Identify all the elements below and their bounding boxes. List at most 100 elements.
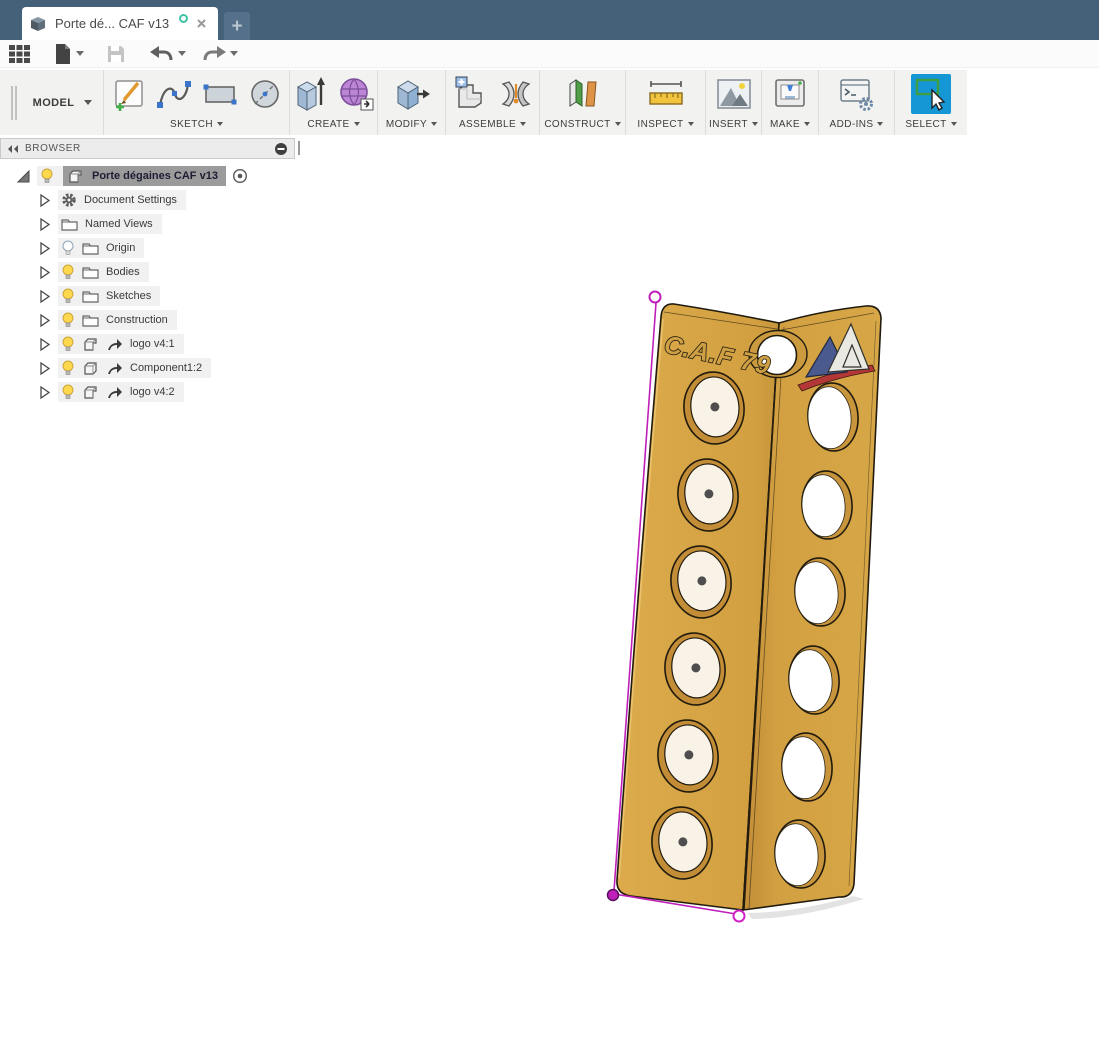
tree-row-logo-v4-1[interactable]: logo v4:1 bbox=[0, 332, 310, 356]
rectangle-tool-icon[interactable] bbox=[201, 79, 239, 109]
browser-title: BROWSER bbox=[25, 143, 81, 154]
folder-icon bbox=[82, 243, 99, 255]
construct-plane-icon[interactable] bbox=[564, 76, 602, 112]
new-tab-button[interactable]: + bbox=[224, 12, 250, 40]
spline-icon[interactable] bbox=[155, 77, 193, 111]
workspace-caret-icon bbox=[84, 100, 93, 105]
collapsed-triangle-icon[interactable] bbox=[37, 313, 52, 328]
addins-script-icon[interactable] bbox=[838, 76, 876, 112]
save-button[interactable] bbox=[106, 44, 126, 64]
collapse-browser-icon[interactable] bbox=[7, 144, 19, 154]
tree-row-document-settings[interactable]: Document Settings bbox=[0, 188, 310, 212]
collapsed-triangle-icon[interactable] bbox=[37, 361, 52, 376]
bulb-on-icon[interactable] bbox=[61, 288, 75, 304]
select-tool-active[interactable] bbox=[911, 74, 951, 114]
inspect-caret-icon bbox=[687, 122, 694, 126]
root-component[interactable]: Porte dégaines CAF v13 bbox=[63, 166, 226, 186]
bulb-on-icon[interactable] bbox=[61, 264, 75, 280]
linked-reference-icon bbox=[108, 386, 122, 398]
quick-access-toolbar bbox=[0, 40, 1099, 68]
folder-icon bbox=[61, 219, 78, 231]
folder-icon bbox=[82, 315, 99, 327]
bulb-on-icon[interactable] bbox=[40, 168, 54, 184]
browser-resize-grip[interactable] bbox=[298, 141, 300, 155]
select-group-label[interactable]: SELECT bbox=[905, 116, 957, 132]
document-title: Porte dé... CAF v13 bbox=[55, 16, 170, 31]
construct-caret-icon bbox=[614, 122, 621, 126]
app-grid-icon bbox=[9, 44, 30, 63]
bulb-on-icon[interactable] bbox=[61, 312, 75, 328]
component-icon bbox=[69, 169, 82, 183]
inspect-group-label[interactable]: INSPECT bbox=[637, 116, 694, 132]
addins-group-label[interactable]: ADD-INS bbox=[830, 116, 884, 132]
construct-group-label[interactable]: CONSTRUCT bbox=[544, 116, 621, 132]
tree-row-sketches[interactable]: Sketches bbox=[0, 284, 310, 308]
make-group-label[interactable]: MAKE bbox=[770, 116, 810, 132]
plus-icon: + bbox=[231, 15, 243, 37]
ribbon-group-modify: MODIFY bbox=[378, 70, 446, 135]
insert-image-icon[interactable] bbox=[716, 78, 752, 110]
form-icon[interactable] bbox=[337, 75, 375, 113]
bulb-off-icon[interactable] bbox=[61, 240, 75, 256]
collapsed-triangle-icon[interactable] bbox=[37, 265, 52, 280]
save-icon bbox=[108, 45, 124, 62]
insert-caret-icon bbox=[751, 122, 758, 126]
component-icon bbox=[84, 385, 97, 399]
sketch-point-top bbox=[648, 290, 662, 304]
new-component-icon[interactable] bbox=[453, 75, 491, 113]
ribbon-group-addins: ADD-INS bbox=[819, 70, 895, 135]
file-icon bbox=[56, 43, 70, 64]
redo-caret-icon[interactable] bbox=[230, 51, 238, 56]
modify-group-label[interactable]: MODIFY bbox=[386, 116, 438, 132]
sketch-caret-icon bbox=[216, 122, 223, 126]
tab-close-icon[interactable] bbox=[196, 18, 207, 29]
undo-caret-icon[interactable] bbox=[178, 51, 186, 56]
3d-print-icon[interactable] bbox=[772, 77, 808, 111]
folder-icon bbox=[82, 291, 99, 303]
browser-minus-icon[interactable] bbox=[274, 142, 288, 156]
create-sketch-icon[interactable] bbox=[111, 76, 147, 112]
body-cube-icon bbox=[84, 361, 97, 375]
collapsed-triangle-icon[interactable] bbox=[37, 385, 52, 400]
sketch-group-label[interactable]: SKETCH bbox=[170, 116, 223, 132]
tree-row-root[interactable]: Porte dégaines CAF v13 bbox=[0, 164, 310, 188]
collapsed-triangle-icon[interactable] bbox=[37, 241, 52, 256]
bulb-on-icon[interactable] bbox=[61, 360, 75, 376]
tree-row-logo-v4-2[interactable]: logo v4:2 bbox=[0, 380, 310, 404]
collapsed-triangle-icon[interactable] bbox=[37, 289, 52, 304]
activate-component-radio[interactable] bbox=[232, 168, 248, 184]
create-group-label[interactable]: CREATE bbox=[307, 116, 360, 132]
ribbon-group-inspect: INSPECT bbox=[626, 70, 706, 135]
bulb-on-icon[interactable] bbox=[61, 336, 75, 352]
joint-icon[interactable] bbox=[499, 76, 533, 112]
insert-group-label[interactable]: INSERT bbox=[709, 116, 758, 132]
browser-header[interactable]: BROWSER bbox=[0, 138, 295, 159]
expanded-triangle-icon[interactable] bbox=[16, 169, 31, 184]
document-tab[interactable]: Porte dé... CAF v13 bbox=[22, 7, 218, 40]
tree-row-named-views[interactable]: Named Views bbox=[0, 212, 310, 236]
tree-row-component1-2[interactable]: Component1:2 bbox=[0, 356, 310, 380]
bulb-on-icon[interactable] bbox=[61, 384, 75, 400]
circle-tool-icon[interactable] bbox=[247, 76, 283, 112]
collapsed-triangle-icon[interactable] bbox=[37, 337, 52, 352]
workspace-switcher[interactable]: MODEL bbox=[0, 70, 104, 135]
toolbar-grip[interactable] bbox=[10, 85, 17, 120]
unsaved-indicator bbox=[179, 14, 189, 23]
measure-icon[interactable] bbox=[647, 77, 685, 111]
tree-row-construction[interactable]: Construction bbox=[0, 308, 310, 332]
assemble-group-label[interactable]: ASSEMBLE bbox=[459, 116, 527, 132]
tree-row-bodies[interactable]: Bodies bbox=[0, 260, 310, 284]
app-grid-button[interactable] bbox=[8, 43, 31, 65]
ribbon-group-assemble: ASSEMBLE bbox=[446, 70, 540, 135]
collapsed-triangle-icon[interactable] bbox=[37, 217, 52, 232]
file-menu-button[interactable] bbox=[54, 43, 84, 65]
press-pull-icon[interactable] bbox=[393, 76, 431, 112]
tree-row-origin[interactable]: Origin bbox=[0, 236, 310, 260]
collapsed-triangle-icon[interactable] bbox=[37, 193, 52, 208]
undo-button[interactable] bbox=[150, 45, 186, 63]
root-visibility[interactable] bbox=[37, 166, 63, 186]
extrude-icon[interactable] bbox=[293, 75, 329, 113]
tree-item-label: Origin bbox=[106, 242, 136, 254]
redo-button[interactable] bbox=[202, 45, 238, 63]
ribbon-group-create: CREATE bbox=[290, 70, 378, 135]
